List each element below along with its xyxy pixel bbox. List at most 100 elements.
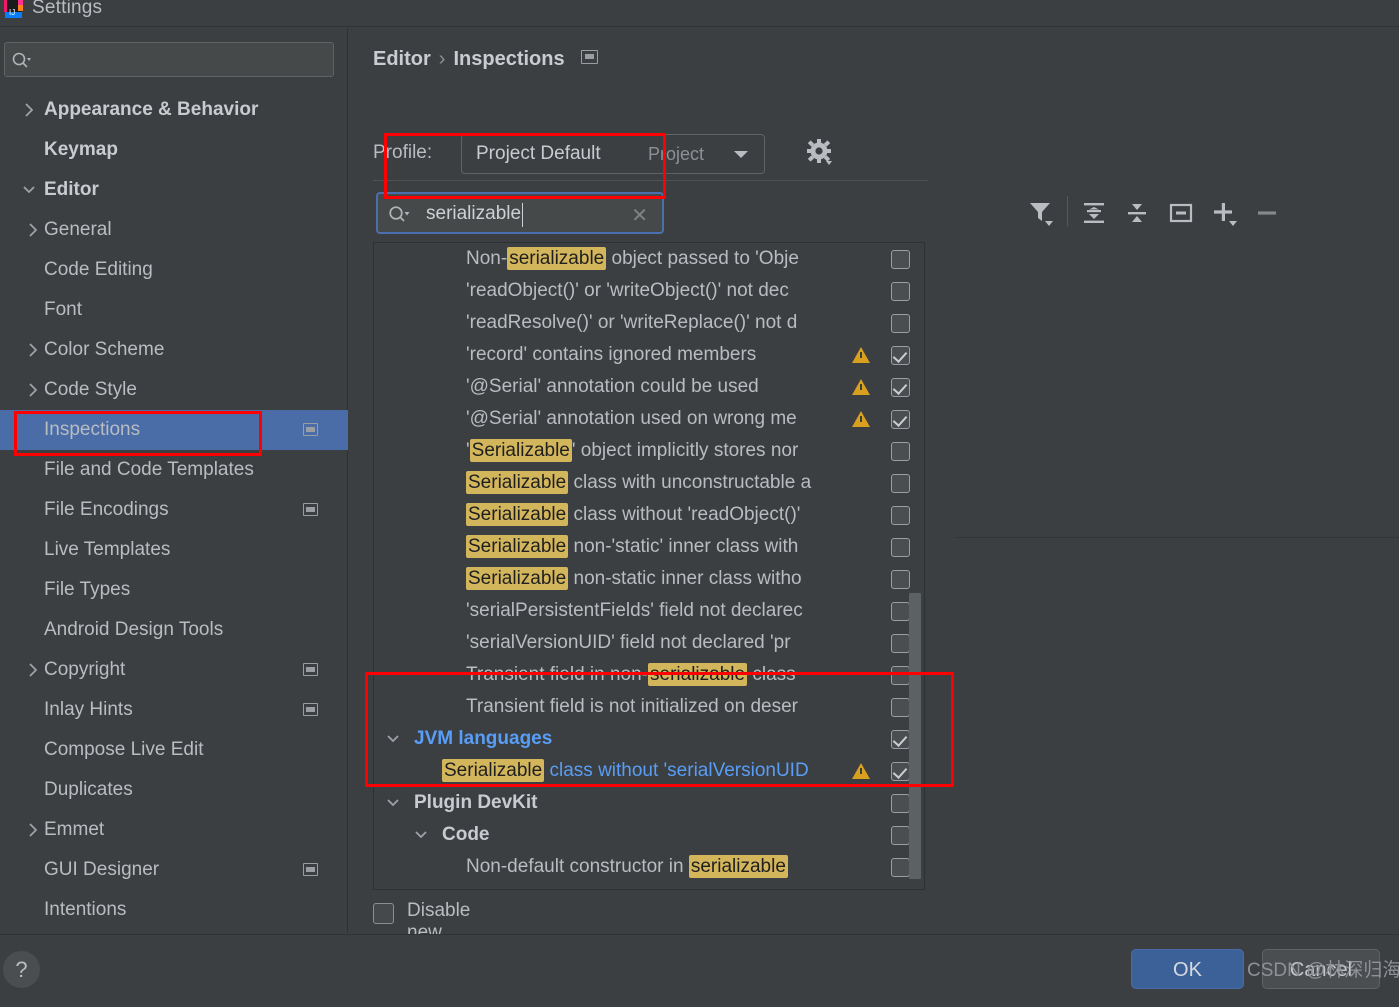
sidebar-search-input[interactable] — [37, 43, 329, 76]
inspection-enabled-checkbox[interactable] — [891, 474, 910, 493]
add-icon[interactable] — [1209, 198, 1239, 228]
inspection-row[interactable]: 'readObject()' or 'writeObject()' not de… — [374, 275, 924, 307]
inspections-search-field[interactable]: serializable ✕ — [376, 192, 664, 234]
chevron-right-icon[interactable] — [26, 650, 40, 690]
inspection-row[interactable]: Serializable class with unconstructable … — [374, 467, 924, 499]
inspection-label-post: class with unconstructable a — [568, 472, 812, 493]
inspection-row[interactable]: Transient field in non-serializable clas… — [374, 659, 924, 691]
sidebar-item-editor[interactable]: Editor — [0, 170, 348, 210]
sidebar-item-code-style[interactable]: Code Style — [0, 370, 348, 410]
expand-all-icon[interactable] — [1079, 198, 1109, 228]
inspection-enabled-checkbox[interactable] — [891, 410, 910, 429]
sidebar-item-gui-designer[interactable]: GUI Designer — [0, 850, 348, 890]
inspection-enabled-checkbox[interactable] — [891, 634, 910, 653]
inspection-enabled-checkbox[interactable] — [891, 314, 910, 333]
toggle-details-icon[interactable] — [1166, 198, 1196, 228]
inspection-row[interactable]: JVM languages — [374, 723, 924, 755]
inspections-search-value: serializable — [426, 203, 522, 224]
ok-button[interactable]: OK — [1131, 949, 1244, 989]
inspection-enabled-checkbox[interactable] — [891, 794, 910, 813]
profile-combobox[interactable]: Project Default Project — [461, 134, 765, 174]
sidebar-item-file-and-code-templates[interactable]: File and Code Templates — [0, 450, 348, 490]
chevron-right-icon[interactable] — [22, 90, 36, 130]
inspection-row[interactable]: Serializable class without 'serialVersio… — [374, 755, 924, 787]
inspection-enabled-checkbox[interactable] — [891, 730, 910, 749]
sidebar-item-compose-live-edit[interactable]: Compose Live Edit — [0, 730, 348, 770]
close-icon[interactable]: ✕ — [631, 203, 648, 228]
inspection-enabled-checkbox[interactable] — [891, 442, 910, 461]
sidebar-item-appearance-behavior[interactable]: Appearance & Behavior — [0, 90, 348, 130]
inspection-enabled-checkbox[interactable] — [891, 282, 910, 301]
inspection-enabled-checkbox[interactable] — [891, 666, 910, 685]
chevron-down-icon[interactable] — [386, 723, 400, 755]
collapse-all-icon[interactable] — [1122, 198, 1152, 228]
inspection-row[interactable]: Transient field is not initialized on de… — [374, 691, 924, 723]
help-icon[interactable]: ? — [3, 951, 40, 988]
sidebar-item-android-design-tools[interactable]: Android Design Tools — [0, 610, 348, 650]
inspection-enabled-checkbox[interactable] — [891, 506, 910, 525]
chevron-right-icon[interactable] — [26, 810, 40, 850]
inspection-enabled-checkbox[interactable] — [891, 826, 910, 845]
sidebar-item-keymap[interactable]: Keymap — [0, 130, 348, 170]
inspection-row[interactable]: Non-default constructor in serializable — [374, 851, 924, 883]
inspection-enabled-checkbox[interactable] — [891, 538, 910, 557]
inspection-label-pre: 'readObject()' or 'writeObject()' not de… — [466, 280, 789, 301]
inspection-row[interactable]: 'serialVersionUID' field not declared 'p… — [374, 627, 924, 659]
sidebar-item-general[interactable]: General — [0, 210, 348, 250]
inspection-enabled-checkbox[interactable] — [891, 378, 910, 397]
chevron-down-icon[interactable] — [414, 819, 428, 851]
inspection-row[interactable]: Serializable class without 'readObject()… — [374, 499, 924, 531]
chevron-right-icon[interactable] — [26, 370, 40, 410]
inspection-label-pre: '@Serial' annotation could be used — [466, 376, 759, 397]
inspection-row[interactable]: 'serialPersistentFields' field not decla… — [374, 595, 924, 627]
sidebar-item-label: Android Design Tools — [44, 619, 224, 640]
inspection-enabled-checkbox[interactable] — [891, 698, 910, 717]
inspection-enabled-checkbox[interactable] — [891, 250, 910, 269]
sidebar-item-emmet[interactable]: Emmet — [0, 810, 348, 850]
inspection-row[interactable]: '@Serial' annotation used on wrong me — [374, 403, 924, 435]
inspections-scrollbar-thumb[interactable] — [909, 593, 921, 879]
sidebar-scrollbar-track[interactable] — [332, 90, 678, 933]
inspection-row[interactable]: Serializable non-static inner class with… — [374, 563, 924, 595]
inspection-enabled-checkbox[interactable] — [891, 762, 910, 781]
inspection-row[interactable]: '@Serial' annotation could be used — [374, 371, 924, 403]
sidebar-search[interactable] — [4, 42, 334, 77]
breadcrumb-parent[interactable]: Editor — [373, 48, 431, 70]
chevron-down-icon[interactable] — [22, 170, 36, 210]
inspection-enabled-checkbox[interactable] — [891, 570, 910, 589]
sidebar-item-code-editing[interactable]: Code Editing — [0, 250, 348, 290]
sidebar-item-file-encodings[interactable]: File Encodings — [0, 490, 348, 530]
sidebar-item-color-scheme[interactable]: Color Scheme — [0, 330, 348, 370]
settings-nav-tree[interactable]: Appearance & Behavior Keymap Editor General… — [0, 90, 348, 933]
sidebar-item-label: Live Templates — [44, 539, 171, 560]
inspections-tree[interactable]: Non-serializable object passed to 'Obje '… — [373, 242, 925, 890]
project-scope-icon — [303, 703, 318, 716]
inspection-row[interactable]: Serializable non-'static' inner class wi… — [374, 531, 924, 563]
sidebar-item-label: File Encodings — [44, 499, 169, 520]
inspection-enabled-checkbox[interactable] — [891, 346, 910, 365]
chevron-right-icon[interactable] — [26, 330, 40, 370]
sidebar-item-copyright[interactable]: Copyright — [0, 650, 348, 690]
inspection-row[interactable]: Plugin DevKit — [374, 787, 924, 819]
sidebar-item-font[interactable]: Font — [0, 290, 348, 330]
chevron-right-icon[interactable] — [26, 210, 40, 250]
inspection-enabled-checkbox[interactable] — [891, 602, 910, 621]
inspection-row[interactable]: 'record' contains ignored members — [374, 339, 924, 371]
inspection-row[interactable]: 'readResolve()' or 'writeReplace()' not … — [374, 307, 924, 339]
sidebar-item-file-types[interactable]: File Types — [0, 570, 348, 610]
chevron-down-icon[interactable] — [386, 787, 400, 819]
inspection-label: Non-serializable object passed to 'Obje — [466, 243, 799, 275]
inspection-row[interactable]: Non-serializable object passed to 'Obje — [374, 243, 924, 275]
sidebar-item-intentions[interactable]: Intentions — [0, 890, 348, 930]
sidebar-item-inspections[interactable]: Inspections — [0, 410, 348, 450]
disable-new-inspections-checkbox[interactable] — [373, 903, 394, 924]
sidebar-item-live-templates[interactable]: Live Templates — [0, 530, 348, 570]
gear-icon[interactable] — [805, 138, 835, 168]
filter-icon[interactable] — [1025, 198, 1055, 228]
inspection-enabled-checkbox[interactable] — [891, 858, 910, 877]
inspection-row[interactable]: Code — [374, 819, 924, 851]
sidebar-item-label: File Types — [44, 579, 131, 600]
sidebar-item-inlay-hints[interactable]: Inlay Hints — [0, 690, 348, 730]
inspection-row[interactable]: ' Serializable ' object implicitly stores … — [374, 435, 924, 467]
sidebar-item-duplicates[interactable]: Duplicates — [0, 770, 348, 810]
